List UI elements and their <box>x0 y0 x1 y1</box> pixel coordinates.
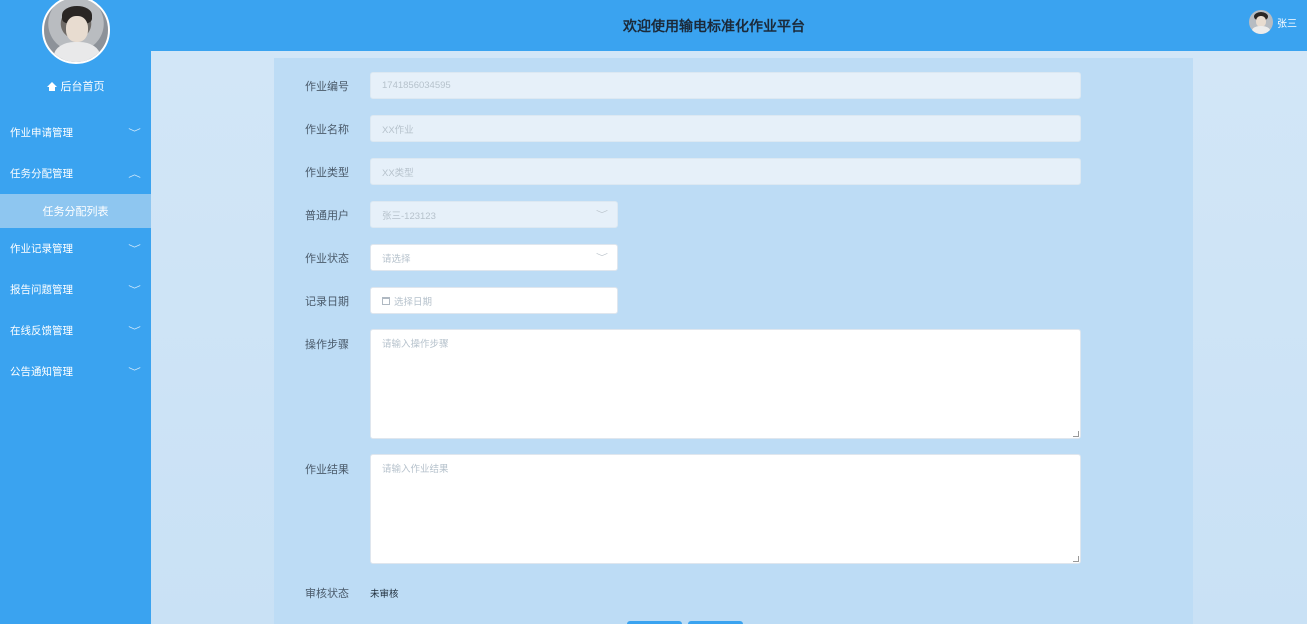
textarea-placeholder: 请输入操作步骤 <box>382 339 449 350</box>
field-label: 操作步骤 <box>305 339 349 351</box>
job-status-select[interactable]: 请选择 ﹀ <box>370 244 618 271</box>
field-label: 作业名称 <box>305 123 349 136</box>
date-placeholder: 选择日期 <box>394 296 433 308</box>
field-label: 作业编号 <box>305 80 349 93</box>
form-row-steps: 操作步骤 请输入操作步骤 <box>274 329 1081 439</box>
form-row-job-name: 作业名称 XX作业 <box>274 115 1081 142</box>
select-placeholder: 请选择 <box>382 253 411 265</box>
field-value: 1741856034595 <box>382 80 451 91</box>
form-row-job-status: 作业状态 请选择 ﹀ <box>274 244 618 271</box>
calendar-icon <box>382 296 390 305</box>
sidebar-avatar-wrap <box>0 0 151 72</box>
chevron-down-icon: ﹀ <box>128 244 141 254</box>
field-value: XX类型 <box>382 167 414 179</box>
sidebar-subitem-task-assignment-list[interactable]: 任务分配列表 <box>0 194 151 228</box>
sidebar-item-job-records[interactable]: 作业记录管理 ﹀ <box>0 228 151 269</box>
resize-handle-icon[interactable] <box>1073 556 1079 562</box>
user-menu[interactable]: 张三 <box>1249 10 1297 34</box>
field-label: 普通用户 <box>305 209 349 222</box>
review-status-value: 未审核 <box>370 589 399 600</box>
chevron-up-icon: ︿ <box>128 169 141 179</box>
chevron-down-icon: ﹀ <box>596 253 608 262</box>
sidebar-item-label: 作业记录管理 <box>10 243 73 255</box>
chevron-down-icon: ﹀ <box>128 285 141 295</box>
sidebar-item-report-issues[interactable]: 报告问题管理 ﹀ <box>0 269 151 310</box>
steps-textarea[interactable]: 请输入操作步骤 <box>370 329 1081 439</box>
job-number-field: 1741856034595 <box>370 72 1081 99</box>
form-row-result: 作业结果 请输入作业结果 <box>274 454 1081 564</box>
top-header: 欢迎使用输电标准化作业平台 张三 <box>151 0 1307 51</box>
form-row-job-number: 作业编号 1741856034595 <box>274 72 1081 99</box>
sidebar-nav: 作业申请管理 ﹀ 任务分配管理 ︿ 任务分配列表 作业记录管理 ﹀ 报告问题管理… <box>0 112 151 392</box>
avatar[interactable] <box>41 0 110 64</box>
result-textarea[interactable]: 请输入作业结果 <box>370 454 1081 564</box>
sidebar-item-label: 报告问题管理 <box>10 284 73 296</box>
sidebar-item-announcements[interactable]: 公告通知管理 ﹀ <box>0 351 151 392</box>
chevron-down-icon: ﹀ <box>128 326 141 336</box>
page-title: 欢迎使用输电标准化作业平台 <box>623 17 805 34</box>
sidebar-item-online-feedback[interactable]: 在线反馈管理 ﹀ <box>0 310 151 351</box>
form-row-review-status: 审核状态 未审核 <box>274 585 399 601</box>
field-value: 张三-123123 <box>382 210 436 222</box>
sidebar-item-label: 作业申请管理 <box>10 127 73 139</box>
sidebar-subitem-label: 任务分配列表 <box>42 206 109 218</box>
field-label: 作业状态 <box>305 252 349 265</box>
chevron-down-icon: ﹀ <box>596 210 608 219</box>
job-type-field: XX类型 <box>370 158 1081 185</box>
sidebar-item-task-assignment[interactable]: 任务分配管理 ︿ <box>0 153 151 194</box>
form-row-record-date: 记录日期 选择日期 <box>274 287 618 314</box>
sidebar-item-job-application[interactable]: 作业申请管理 ﹀ <box>0 112 151 153</box>
job-name-field: XX作业 <box>370 115 1081 142</box>
field-label: 记录日期 <box>305 295 349 308</box>
sidebar-item-home[interactable]: 后台首页 <box>0 72 151 100</box>
sidebar-item-label: 公告通知管理 <box>10 366 73 378</box>
record-date-picker[interactable]: 选择日期 <box>370 287 618 314</box>
home-icon <box>46 81 57 91</box>
sidebar-item-label: 任务分配管理 <box>10 168 73 180</box>
user-select: 张三-123123 ﹀ <box>370 201 618 228</box>
username[interactable]: 张三 <box>1277 15 1297 30</box>
form-row-user: 普通用户 张三-123123 ﹀ <box>274 201 618 228</box>
textarea-placeholder: 请输入作业结果 <box>382 464 449 475</box>
chevron-down-icon: ﹀ <box>128 128 141 138</box>
resize-handle-icon[interactable] <box>1073 431 1079 437</box>
field-label: 作业类型 <box>305 166 349 179</box>
field-value: XX作业 <box>382 124 414 136</box>
user-avatar[interactable] <box>1249 10 1273 34</box>
sidebar-item-label: 后台首页 <box>60 81 105 93</box>
field-label: 审核状态 <box>305 588 349 600</box>
chevron-down-icon: ﹀ <box>128 367 141 377</box>
sidebar-item-label: 在线反馈管理 <box>10 325 73 337</box>
form-row-job-type: 作业类型 XX类型 <box>274 158 1081 185</box>
sidebar: 后台首页 作业申请管理 ﹀ 任务分配管理 ︿ 任务分配列表 作业记录管理 ﹀ 报… <box>0 0 151 624</box>
field-label: 作业结果 <box>305 464 349 476</box>
